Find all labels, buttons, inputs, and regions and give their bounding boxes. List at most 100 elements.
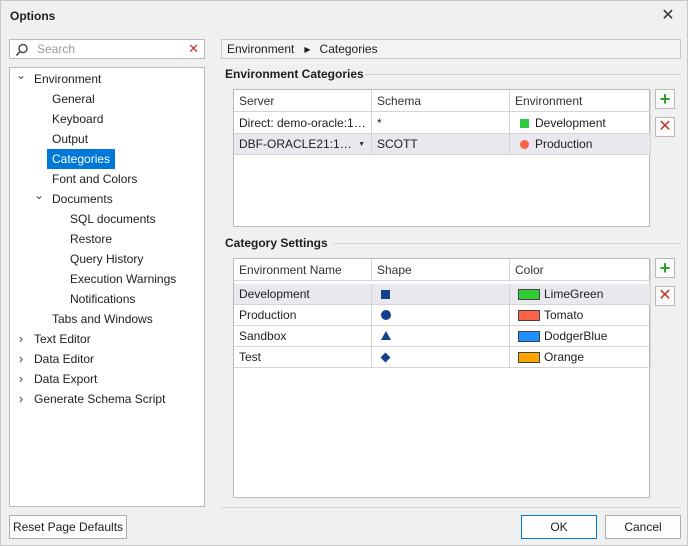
tree-node-text-editor[interactable]: › Text Editor xyxy=(10,329,204,349)
environment-name-cell[interactable]: Test xyxy=(234,347,372,368)
environment-name-cell[interactable]: Sandbox xyxy=(234,326,372,347)
chevron-down-icon[interactable]: ⌄ xyxy=(34,185,44,205)
column-header[interactable]: Environment Name xyxy=(234,259,372,281)
tree-node-label: Generate Schema Script xyxy=(34,392,166,406)
tree-node-restore[interactable]: Restore xyxy=(10,229,204,249)
color-swatch-icon xyxy=(518,289,540,300)
tree-node-label: Execution Warnings xyxy=(70,272,177,286)
schema-cell-text: SCOTT xyxy=(377,137,418,151)
category-settings-grid[interactable]: Environment Name Shape Color Development Lim… xyxy=(233,258,651,498)
tree-node-execution-warnings[interactable]: Execution Warnings xyxy=(10,269,204,289)
environment-name-cell-text: Sandbox xyxy=(239,329,287,343)
color-swatch-icon xyxy=(518,310,540,321)
tree-node-label: Font and Colors xyxy=(52,172,138,186)
tree-node-sql-documents[interactable]: SQL documents xyxy=(10,209,204,229)
search-box[interactable]: ✕ xyxy=(9,39,205,59)
tree-node-data-editor[interactable]: › Data Editor xyxy=(10,349,204,369)
schema-cell[interactable]: SCOTT xyxy=(372,134,510,155)
column-header[interactable]: Server xyxy=(234,90,372,112)
tree-node-output[interactable]: Output xyxy=(10,129,204,149)
color-swatch-icon xyxy=(518,331,540,342)
column-header[interactable]: Color xyxy=(510,259,651,281)
column-header[interactable]: Shape xyxy=(372,259,510,281)
options-tree[interactable]: ⌄ Environment General Keyboard Output Categor… xyxy=(9,67,205,507)
environment-cell[interactable]: Development xyxy=(510,113,651,134)
tree-node-environment[interactable]: ⌄ Environment xyxy=(10,68,204,89)
window-title: Options xyxy=(10,9,56,23)
tree-node-generate-schema-script[interactable]: › Generate Schema Script xyxy=(10,389,204,409)
dropdown-arrow-icon[interactable]: ▼ xyxy=(358,134,365,154)
breadcrumb-parent[interactable]: Environment xyxy=(227,42,294,56)
tree-node-label: Data Editor xyxy=(34,352,95,366)
add-env-category-button[interactable]: + xyxy=(655,89,675,109)
square-shape-icon xyxy=(381,290,390,299)
chevron-right-icon[interactable]: › xyxy=(16,329,26,349)
column-header-text: Schema xyxy=(377,94,422,108)
add-category-setting-button[interactable]: + xyxy=(655,258,675,278)
options-dialog: Options ✕ ✕ ⌄ Environment General Keyboard O… xyxy=(0,0,688,546)
tree-node-label: Documents xyxy=(52,192,113,206)
shape-cell[interactable] xyxy=(372,347,510,368)
env-categories-title: Environment Categories xyxy=(225,67,364,81)
server-cell-text: DBF-ORACLE21:152... xyxy=(239,137,364,151)
tree-node-label: Text Editor xyxy=(34,332,91,346)
column-header-text: Environment Name xyxy=(239,263,342,277)
server-cell[interactable]: DBF-ORACLE21:152... ▼ xyxy=(234,134,372,155)
chevron-right-icon[interactable]: › xyxy=(16,369,26,389)
search-input[interactable] xyxy=(35,41,185,57)
server-cell[interactable]: Direct: demo-oracle:152... xyxy=(234,113,372,134)
environment-cell[interactable]: Production xyxy=(510,134,651,155)
section-divider xyxy=(333,243,681,244)
title-bar: Options ✕ xyxy=(1,1,687,31)
tree-node-general[interactable]: General xyxy=(10,89,204,109)
environment-name-cell-text: Production xyxy=(239,308,297,322)
color-cell-text: Tomato xyxy=(544,308,584,322)
cancel-button[interactable]: Cancel xyxy=(605,515,681,539)
tree-node-notifications[interactable]: Notifications xyxy=(10,289,204,309)
environment-name-cell[interactable]: Production xyxy=(234,305,372,326)
shape-cell[interactable] xyxy=(372,284,510,305)
column-header[interactable]: Schema xyxy=(372,90,510,112)
color-cell[interactable]: DodgerBlue xyxy=(510,326,651,347)
column-header-text: Server xyxy=(239,94,275,108)
environment-name-cell[interactable]: Development xyxy=(234,284,372,305)
clear-search-icon[interactable]: ✕ xyxy=(188,41,199,57)
ok-button[interactable]: OK xyxy=(521,515,597,539)
delete-icon: ✕ xyxy=(658,287,672,304)
env-categories-grid[interactable]: Server Schema Environment Direct: demo-orac… xyxy=(233,89,651,227)
footer-divider xyxy=(221,507,681,508)
color-cell[interactable]: Tomato xyxy=(510,305,651,326)
delete-category-setting-button[interactable]: ✕ xyxy=(655,286,675,306)
reset-page-defaults-button[interactable]: Reset Page Defaults xyxy=(9,515,127,539)
tree-node-label: Data Export xyxy=(34,372,98,386)
shape-cell[interactable] xyxy=(372,305,510,326)
tree-node-label: Environment xyxy=(34,72,102,86)
tree-node-query-history[interactable]: Query History xyxy=(10,249,204,269)
tree-node-categories[interactable]: Categories xyxy=(10,149,204,169)
triangle-shape-icon xyxy=(381,331,391,340)
chevron-right-icon[interactable]: › xyxy=(16,389,26,409)
close-button[interactable]: ✕ xyxy=(659,7,677,25)
color-cell[interactable]: LimeGreen xyxy=(510,284,651,305)
server-cell-text: Direct: demo-oracle:152... xyxy=(239,116,372,130)
tree-node-label: Output xyxy=(52,132,89,146)
environment-color-icon xyxy=(520,119,529,128)
shape-cell[interactable] xyxy=(372,326,510,347)
section-divider xyxy=(365,74,681,75)
tree-node-tabs-and-windows[interactable]: Tabs and Windows xyxy=(10,309,204,329)
circle-shape-icon xyxy=(381,310,391,320)
tree-node-documents[interactable]: ⌄ Documents xyxy=(10,188,204,209)
delete-env-category-button[interactable]: ✕ xyxy=(655,117,675,137)
color-cell[interactable]: Orange xyxy=(510,347,651,368)
column-header[interactable]: Environment xyxy=(510,90,651,112)
plus-icon: + xyxy=(659,258,671,278)
chevron-down-icon[interactable]: ⌄ xyxy=(16,65,26,85)
chevron-right-icon[interactable]: › xyxy=(16,349,26,369)
diamond-shape-icon xyxy=(380,352,391,363)
tree-node-data-export[interactable]: › Data Export xyxy=(10,369,204,389)
tree-node-label: General xyxy=(52,92,95,106)
category-settings-title: Category Settings xyxy=(225,236,328,250)
tree-node-keyboard[interactable]: Keyboard xyxy=(10,109,204,129)
color-cell-text: DodgerBlue xyxy=(544,329,608,343)
schema-cell[interactable]: * xyxy=(372,113,510,134)
